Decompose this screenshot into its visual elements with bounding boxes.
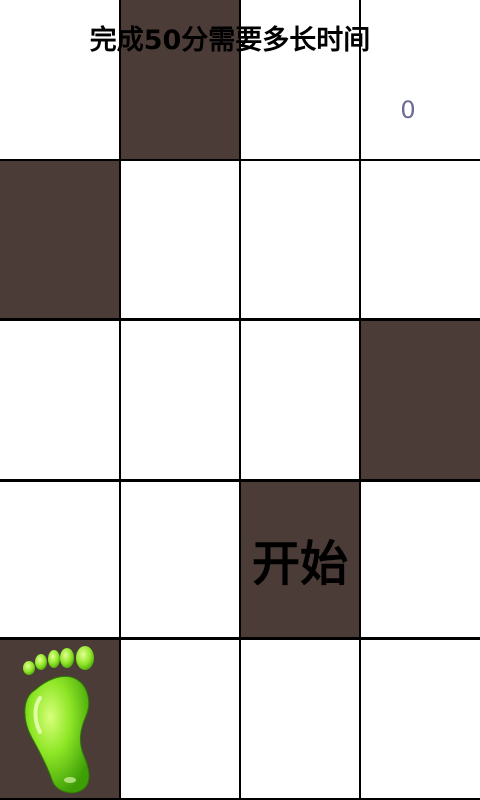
dark-tile[interactable]	[241, 482, 359, 637]
white-tile[interactable]	[241, 161, 359, 318]
white-tile[interactable]	[0, 482, 119, 637]
dark-tile[interactable]	[0, 161, 119, 318]
game-title: 完成50分需要多长时间	[89, 25, 371, 56]
dark-tile[interactable]	[361, 321, 480, 479]
white-tile[interactable]	[121, 482, 239, 637]
white-tile[interactable]	[121, 640, 239, 798]
white-tile[interactable]	[361, 161, 480, 318]
white-tile[interactable]	[0, 321, 119, 479]
white-tile[interactable]	[241, 321, 359, 479]
white-tile[interactable]	[241, 640, 359, 798]
dark-tile[interactable]	[0, 640, 119, 798]
white-tile[interactable]	[361, 640, 480, 798]
score-counter: 0	[400, 96, 416, 124]
white-tile[interactable]	[121, 321, 239, 479]
white-tile[interactable]	[121, 161, 239, 318]
white-tile[interactable]	[361, 482, 480, 637]
